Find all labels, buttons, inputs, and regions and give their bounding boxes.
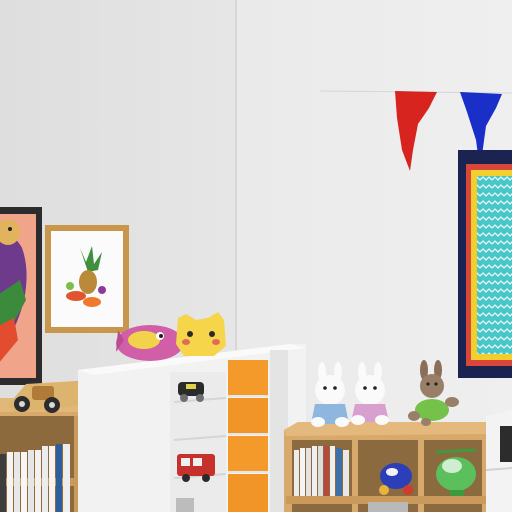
orange-drawers [228,360,268,512]
pink-fish-plush [116,325,184,361]
books-left [0,444,70,512]
white-side-cabinet [485,410,512,512]
books-cube [294,446,349,496]
white-drawer-cabinet [78,344,306,512]
bird-painting [0,207,42,385]
patterned-wall-hanging [458,150,512,378]
room-scene [0,0,512,512]
pineapple-still-life-painting [45,225,129,333]
